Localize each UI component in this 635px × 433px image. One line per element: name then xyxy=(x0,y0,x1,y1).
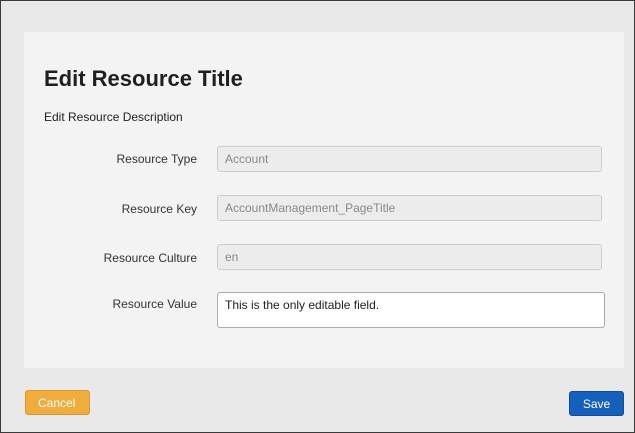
resource-key-label: Resource Key xyxy=(121,202,197,216)
resource-key-field xyxy=(217,195,602,221)
dialog-title: Edit Resource Title xyxy=(44,66,243,91)
save-button[interactable]: Save xyxy=(569,391,624,416)
resource-culture-field xyxy=(217,244,602,270)
edit-resource-dialog: Edit Resource Title Edit Resource Descri… xyxy=(0,0,635,433)
dialog-content-panel: Edit Resource Title Edit Resource Descri… xyxy=(24,32,624,368)
resource-type-field xyxy=(217,146,602,172)
resource-value-label: Resource Value xyxy=(112,297,198,311)
cancel-button[interactable]: Cancel xyxy=(25,390,90,415)
dialog-description: Edit Resource Description xyxy=(44,110,183,124)
resource-culture-label: Resource Culture xyxy=(103,251,197,265)
resource-value-field[interactable]: This is the only editable field. xyxy=(217,292,605,328)
resource-type-label: Resource Type xyxy=(116,152,198,166)
